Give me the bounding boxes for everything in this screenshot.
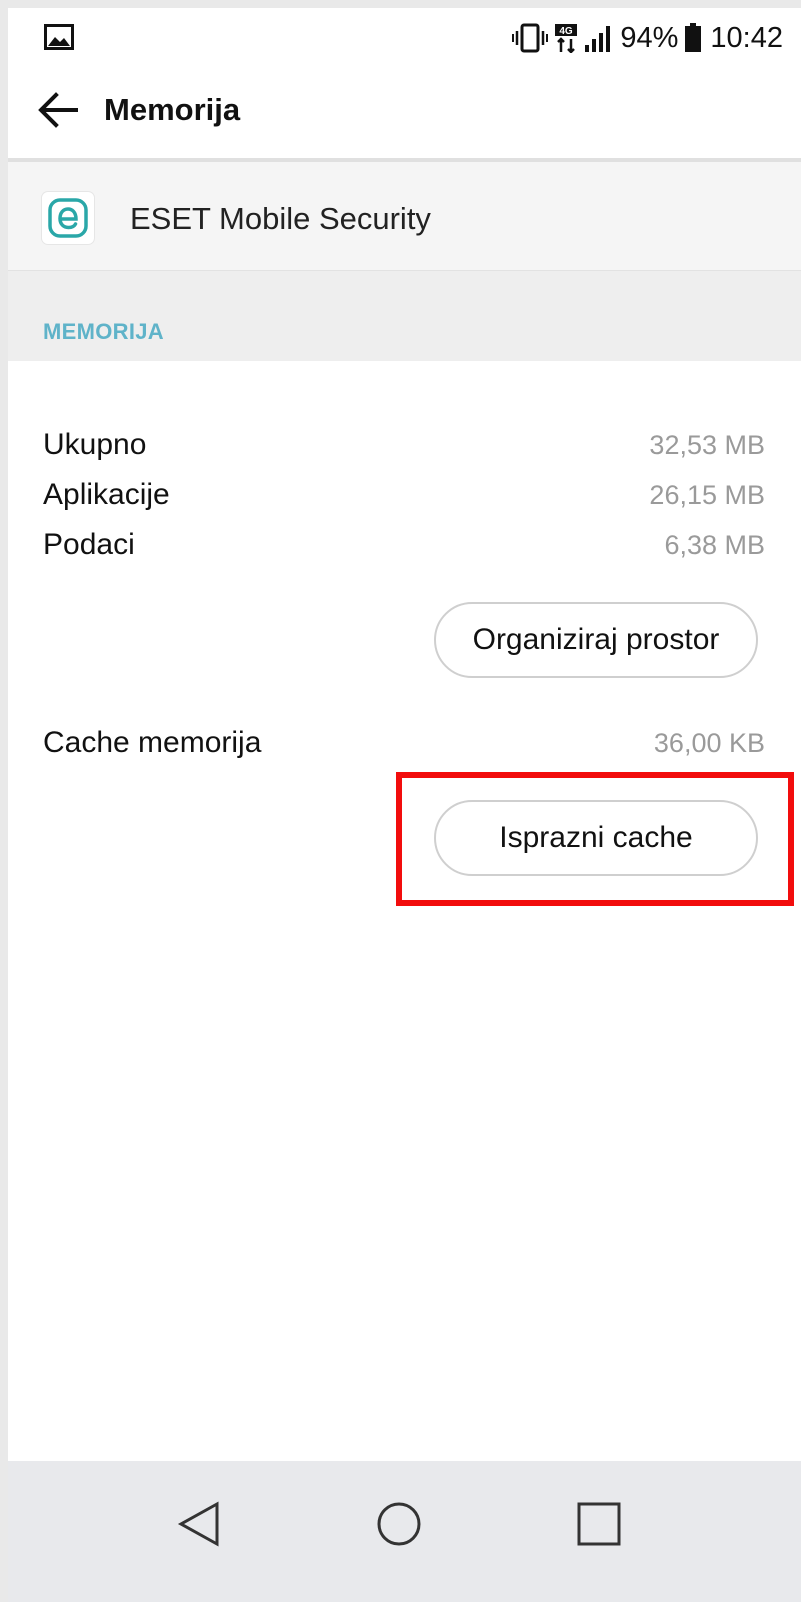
row-label: Aplikacije <box>43 478 170 511</box>
top-app-bar: Memorija <box>8 64 801 158</box>
organize-storage-button[interactable]: Organiziraj prostor <box>434 602 758 678</box>
battery-percent: 94% <box>620 22 679 54</box>
section-header: MEMORIJA <box>8 271 801 361</box>
navigation-bar <box>8 1461 801 1602</box>
page-title: Memorija <box>104 92 241 127</box>
app-header: ESET Mobile Security <box>8 162 801 271</box>
svg-text:4G: 4G <box>560 26 574 37</box>
battery-icon <box>684 23 702 53</box>
row-value: 26,15 MB <box>649 480 765 510</box>
arrow-left-icon <box>38 91 78 133</box>
row-value: 36,00 KB <box>653 728 765 758</box>
triangle-back-icon <box>177 1500 221 1553</box>
clear-cache-button[interactable]: Isprazni cache <box>434 800 758 876</box>
vibrate-icon <box>512 23 549 53</box>
back-button[interactable] <box>30 84 86 140</box>
signal-strength-icon <box>584 23 614 53</box>
app-name: ESET Mobile Security <box>130 201 431 236</box>
nav-home-button[interactable] <box>364 1491 434 1561</box>
row-value: 6,38 MB <box>664 530 765 560</box>
storage-row-apps: Aplikacije 26,15 MB <box>43 470 765 520</box>
row-label: Ukupno <box>43 428 147 461</box>
network-4g-icon: 4G <box>554 23 578 53</box>
status-icons: 4G 94% 10:42 <box>512 18 783 58</box>
circle-home-icon <box>375 1500 423 1553</box>
section-title: MEMORIJA <box>43 319 164 344</box>
eset-logo-icon <box>42 192 94 244</box>
row-label: Cache memorija <box>43 726 262 759</box>
phone-screen: 4G 94% 10:42 Memorija ESET Mobile Securi… <box>8 8 801 1602</box>
clock: 10:42 <box>710 22 783 54</box>
storage-row-total: Ukupno 32,53 MB <box>43 420 765 470</box>
square-recents-icon <box>576 1501 622 1552</box>
status-bar: 4G 94% 10:42 <box>8 8 801 64</box>
storage-row-data: Podaci 6,38 MB <box>43 520 765 570</box>
nav-recents-button[interactable] <box>564 1491 634 1561</box>
row-label: Podaci <box>43 528 135 561</box>
nav-back-button[interactable] <box>164 1491 234 1561</box>
gallery-notification-icon <box>44 24 74 50</box>
row-value: 32,53 MB <box>649 430 765 460</box>
cache-row: Cache memorija 36,00 KB <box>43 718 765 768</box>
